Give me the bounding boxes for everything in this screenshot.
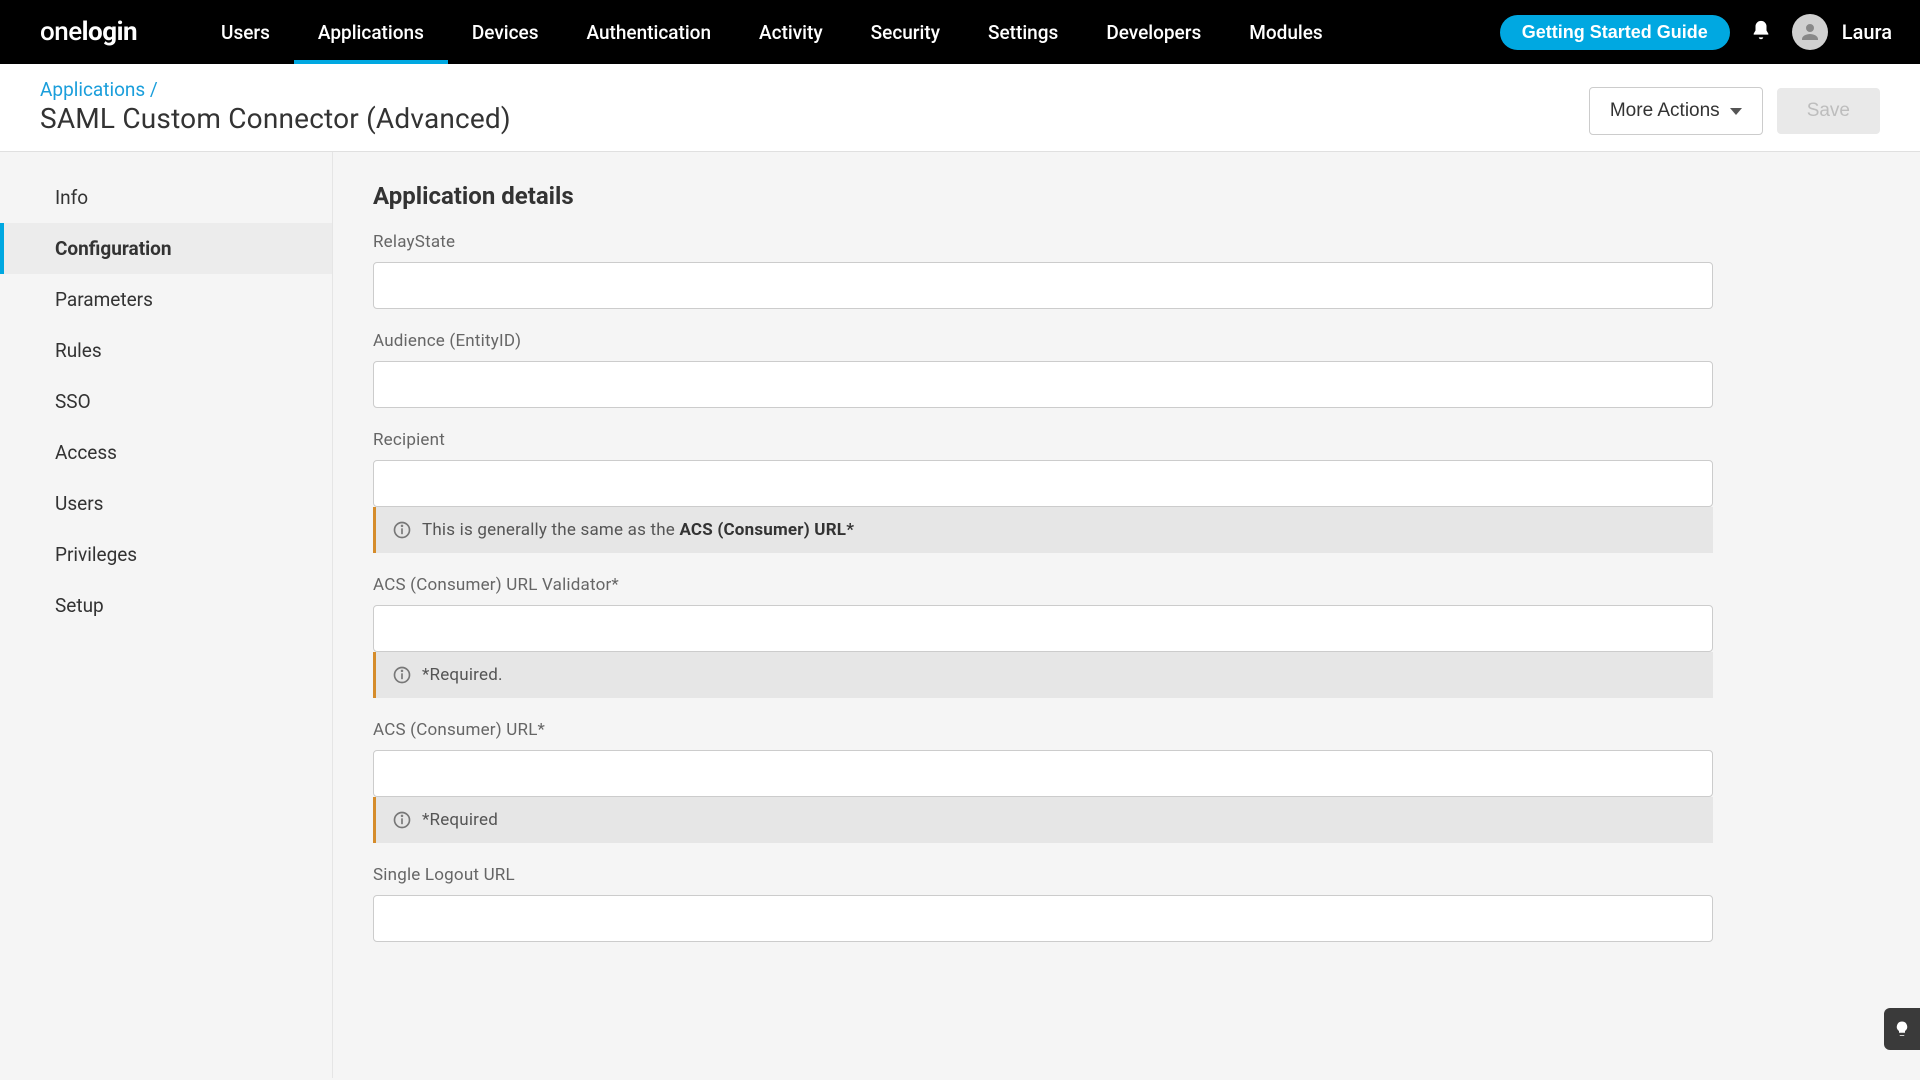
nav-devices-label: Devices xyxy=(472,21,539,44)
primary-nav: Users Applications Devices Authenticatio… xyxy=(197,0,1347,64)
sidebar-item-privileges[interactable]: Privileges xyxy=(0,529,332,580)
nav-users-label: Users xyxy=(221,21,270,44)
more-actions-label: More Actions xyxy=(1610,100,1720,122)
recipient-hint: This is generally the same as the ACS (C… xyxy=(373,507,1713,553)
sidebar-item-users[interactable]: Users xyxy=(0,478,332,529)
nav-applications[interactable]: Applications xyxy=(294,0,448,64)
section-title: Application details xyxy=(373,182,1880,210)
field-acs-validator: ACS (Consumer) URL Validator* xyxy=(373,575,1713,652)
more-actions-button[interactable]: More Actions xyxy=(1589,87,1763,135)
lightbulb-icon xyxy=(1893,1020,1911,1038)
info-icon xyxy=(392,520,412,540)
sidebar-item-label: Info xyxy=(55,186,88,209)
sidebar-item-sso[interactable]: SSO xyxy=(0,376,332,427)
brand-part1: one xyxy=(40,17,82,47)
help-fab[interactable] xyxy=(1884,1008,1920,1050)
sidebar-item-label: Rules xyxy=(55,339,102,362)
brand-part2: login xyxy=(82,17,137,47)
page-title: SAML Custom Connector (Advanced) xyxy=(40,102,511,135)
field-label: RelayState xyxy=(373,232,1713,252)
page-header-actions: More Actions Save xyxy=(1589,87,1880,135)
nav-activity[interactable]: Activity xyxy=(735,0,847,64)
nav-users[interactable]: Users xyxy=(197,0,294,64)
top-nav: onelogin Users Applications Devices Auth… xyxy=(0,0,1920,64)
acs-validator-input[interactable] xyxy=(373,605,1713,652)
relaystate-input[interactable] xyxy=(373,262,1713,309)
info-icon xyxy=(392,810,412,830)
avatar-icon xyxy=(1792,14,1828,50)
sidebar-item-rules[interactable]: Rules xyxy=(0,325,332,376)
field-audience: Audience (EntityID) xyxy=(373,331,1713,408)
sidebar-item-parameters[interactable]: Parameters xyxy=(0,274,332,325)
sidebar: Info Configuration Parameters Rules SSO … xyxy=(0,152,333,1078)
sidebar-item-label: Configuration xyxy=(55,237,172,260)
nav-security[interactable]: Security xyxy=(847,0,964,64)
sidebar-item-access[interactable]: Access xyxy=(0,427,332,478)
slo-input[interactable] xyxy=(373,895,1713,942)
page-header-left: Applications / SAML Custom Connector (Ad… xyxy=(40,78,511,135)
caret-down-icon xyxy=(1730,108,1742,115)
nav-authentication-label: Authentication xyxy=(586,21,711,44)
field-relaystate: RelayState xyxy=(373,232,1713,309)
field-slo: Single Logout URL xyxy=(373,865,1713,942)
hint-text: *Required. xyxy=(422,665,503,685)
main-content: Application details RelayState Audience … xyxy=(333,152,1920,1078)
brand-logo[interactable]: onelogin xyxy=(40,17,137,47)
field-label: ACS (Consumer) URL Validator* xyxy=(373,575,1713,595)
breadcrumb[interactable]: Applications / xyxy=(40,78,511,101)
recipient-input[interactable] xyxy=(373,460,1713,507)
hint-prefix: This is generally the same as the xyxy=(422,520,679,540)
nav-authentication[interactable]: Authentication xyxy=(562,0,735,64)
hint-text: *Required xyxy=(422,810,498,830)
nav-settings-label: Settings xyxy=(988,21,1058,44)
nav-modules-label: Modules xyxy=(1249,21,1322,44)
nav-security-label: Security xyxy=(871,21,940,44)
save-button[interactable]: Save xyxy=(1777,88,1880,134)
acs-validator-hint: *Required. xyxy=(373,652,1713,698)
field-label: Recipient xyxy=(373,430,1713,450)
hint-bold: ACS (Consumer) URL* xyxy=(679,520,854,540)
field-label: ACS (Consumer) URL* xyxy=(373,720,1713,740)
nav-developers[interactable]: Developers xyxy=(1082,0,1225,64)
info-icon xyxy=(392,665,412,685)
acs-url-input[interactable] xyxy=(373,750,1713,797)
sidebar-item-label: Privileges xyxy=(55,543,137,566)
notifications-icon[interactable] xyxy=(1750,19,1772,45)
acs-url-hint: *Required xyxy=(373,797,1713,843)
sidebar-item-label: Setup xyxy=(55,594,104,617)
field-acs-url: ACS (Consumer) URL* xyxy=(373,720,1713,797)
page-header: Applications / SAML Custom Connector (Ad… xyxy=(0,64,1920,152)
audience-input[interactable] xyxy=(373,361,1713,408)
sidebar-item-label: Parameters xyxy=(55,288,153,311)
sidebar-item-setup[interactable]: Setup xyxy=(0,580,332,631)
nav-devices[interactable]: Devices xyxy=(448,0,563,64)
getting-started-button[interactable]: Getting Started Guide xyxy=(1500,15,1730,50)
nav-right: Getting Started Guide Laura xyxy=(1500,14,1902,50)
hint-text: This is generally the same as the ACS (C… xyxy=(422,520,854,540)
nav-activity-label: Activity xyxy=(759,21,823,44)
sidebar-item-label: Access xyxy=(55,441,117,464)
user-menu[interactable]: Laura xyxy=(1792,14,1902,50)
sidebar-item-label: SSO xyxy=(55,390,91,413)
nav-developers-label: Developers xyxy=(1106,21,1201,44)
page-body: Info Configuration Parameters Rules SSO … xyxy=(0,152,1920,1078)
nav-modules[interactable]: Modules xyxy=(1225,0,1346,64)
field-label: Single Logout URL xyxy=(373,865,1713,885)
sidebar-item-configuration[interactable]: Configuration xyxy=(0,223,332,274)
field-recipient: Recipient xyxy=(373,430,1713,507)
sidebar-item-label: Users xyxy=(55,492,103,515)
username-label: Laura xyxy=(1842,20,1902,44)
sidebar-item-info[interactable]: Info xyxy=(0,172,332,223)
nav-settings[interactable]: Settings xyxy=(964,0,1082,64)
nav-applications-label: Applications xyxy=(318,21,424,44)
field-label: Audience (EntityID) xyxy=(373,331,1713,351)
